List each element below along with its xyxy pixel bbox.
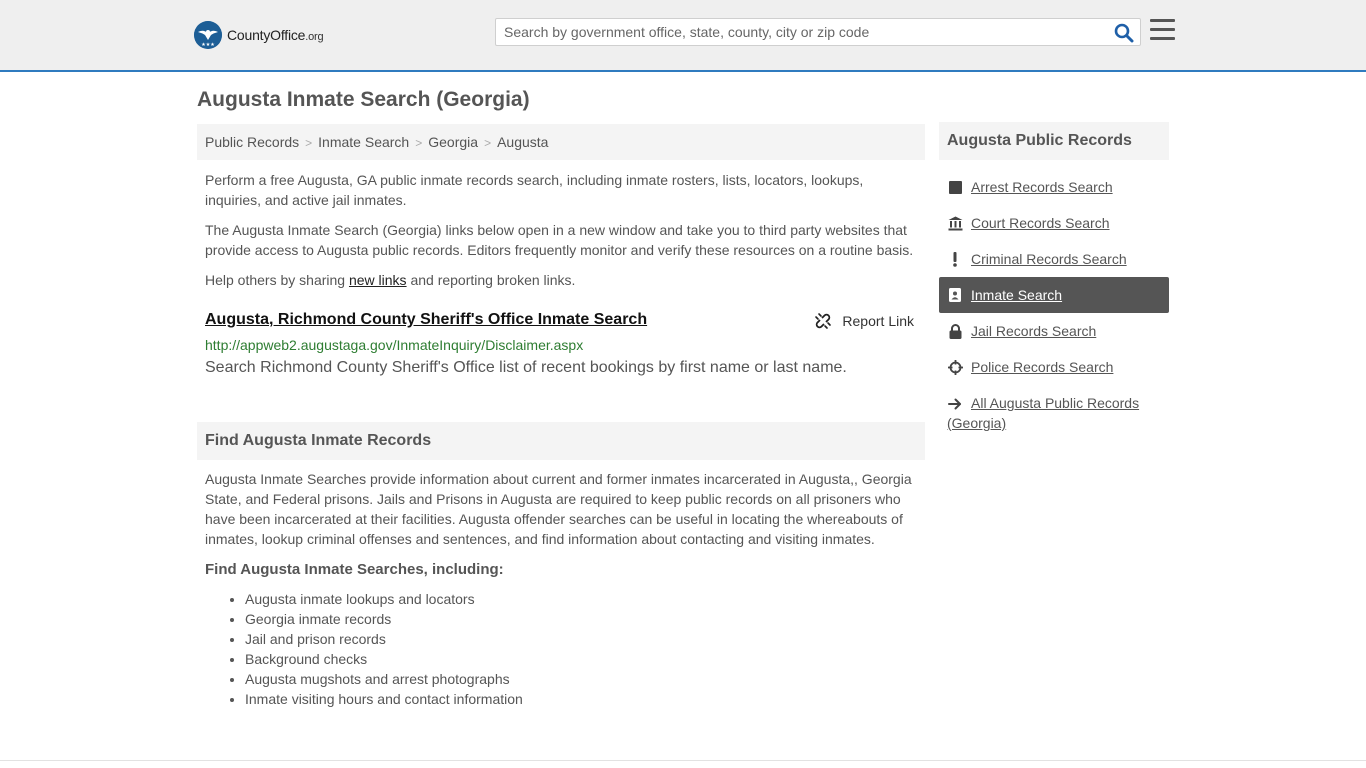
intro-text: Perform a free Augusta, GA public inmate… — [205, 170, 920, 300]
result-title-link[interactable]: Augusta, Richmond County Sheriff's Offic… — [205, 311, 647, 329]
list-item: Augusta inmate lookups and locators — [245, 589, 523, 609]
sidebar-item-label: Inmate Search — [971, 287, 1063, 303]
breadcrumb-separator: > — [484, 136, 492, 150]
breadcrumb: Public Records > Inmate Search > Georgia > Aug… — [197, 124, 925, 160]
report-link-button[interactable]: Report Link — [814, 312, 914, 330]
sidebar-item-court-records[interactable]: Court Records Search — [939, 205, 1169, 241]
sidebar-item-label: Court Records Search — [971, 215, 1110, 231]
sidebar-item-all-public-records[interactable]: All Augusta Public Records (Georgia) — [939, 385, 1169, 435]
sidebar-item-label: Arrest Records Search — [971, 179, 1113, 195]
sidebar-item-label: All Augusta Public Records (Georgia) — [947, 395, 1140, 431]
intro-paragraph-2: The Augusta Inmate Search (Georgia) link… — [205, 222, 914, 258]
search-bar — [495, 18, 1141, 46]
result-url: http://appweb2.augustaga.gov/InmateInqui… — [205, 337, 584, 353]
find-searches-subheading: Find Augusta Inmate Searches, including: — [205, 561, 504, 578]
sidebar-item-arrest-records[interactable]: Arrest Records Search — [939, 169, 1169, 205]
breadcrumb-link-augusta[interactable]: Augusta — [497, 134, 548, 150]
report-link-label: Report Link — [842, 313, 914, 329]
result-entry: Augusta, Richmond County Sheriff's Offic… — [205, 311, 917, 376]
breadcrumb-link-public-records[interactable]: Public Records — [205, 134, 299, 150]
list-item: Background checks — [245, 649, 523, 669]
sidebar-item-label: Police Records Search — [971, 359, 1114, 375]
hamburger-menu-icon[interactable] — [1150, 19, 1175, 43]
find-records-body: Augusta Inmate Searches provide informat… — [205, 469, 920, 549]
list-item: Inmate visiting hours and contact inform… — [245, 689, 523, 709]
result-description: Search Richmond County Sheriff's Office … — [205, 359, 847, 376]
sidebar-item-criminal-records[interactable]: Criminal Records Search — [939, 241, 1169, 277]
square-icon — [947, 179, 963, 195]
list-item: Jail and prison records — [245, 629, 523, 649]
breadcrumb-link-georgia[interactable]: Georgia — [428, 134, 478, 150]
breadcrumb-separator: > — [305, 136, 313, 150]
list-item: Georgia inmate records — [245, 609, 523, 629]
breadcrumb-link-inmate-search[interactable]: Inmate Search — [318, 134, 409, 150]
svg-text:★★★: ★★★ — [201, 42, 215, 48]
sidebar-item-label: Jail Records Search — [971, 323, 1097, 339]
crosshair-icon — [947, 359, 963, 375]
lock-icon — [947, 323, 963, 339]
footer-divider — [0, 760, 1366, 761]
courthouse-icon — [947, 215, 963, 231]
sidebar-item-inmate-search[interactable]: Inmate Search — [939, 277, 1169, 313]
intro-paragraph-3: Help others by sharing new links and rep… — [205, 272, 576, 288]
find-records-paragraph: Augusta Inmate Searches provide informat… — [205, 471, 912, 547]
top-header: ★★★ CountyOffice.org — [0, 0, 1366, 72]
arrow-right-icon — [947, 396, 963, 412]
site-logo[interactable]: ★★★ CountyOffice.org — [194, 20, 324, 50]
search-input[interactable] — [496, 19, 1106, 45]
searches-list: Augusta inmate lookups and locators Geor… — [205, 589, 523, 709]
id-badge-icon — [947, 287, 963, 303]
sidebar-item-police-records[interactable]: Police Records Search — [939, 349, 1169, 385]
intro-paragraph-1: Perform a free Augusta, GA public inmate… — [205, 172, 864, 208]
breadcrumb-separator: > — [415, 136, 423, 150]
logo-text: CountyOffice.org — [227, 27, 324, 43]
logo-eagle-icon: ★★★ — [194, 21, 222, 49]
page-title: Augusta Inmate Search (Georgia) — [197, 88, 530, 111]
sidebar-heading: Augusta Public Records — [939, 122, 1169, 160]
new-links-link[interactable]: new links — [349, 272, 407, 288]
list-item: Augusta mugshots and arrest photographs — [245, 669, 523, 689]
exclamation-icon — [947, 251, 963, 267]
search-icon[interactable] — [1114, 23, 1134, 43]
find-records-heading: Find Augusta Inmate Records — [197, 422, 925, 460]
sidebar-item-label: Criminal Records Search — [971, 251, 1127, 267]
broken-link-icon — [815, 313, 832, 329]
sidebar-item-jail-records[interactable]: Jail Records Search — [939, 313, 1169, 349]
